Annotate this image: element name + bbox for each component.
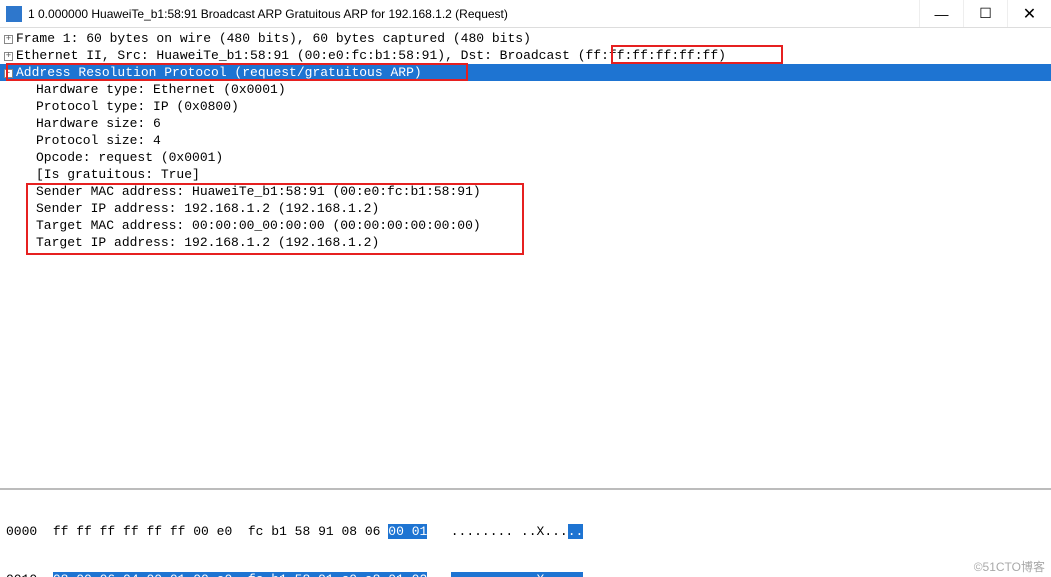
packet-details-pane[interactable]: +Frame 1: 60 bytes on wire (480 bits), 6…: [0, 28, 1051, 488]
tree-row-target-ip[interactable]: Target IP address: 192.168.1.2 (192.168.…: [0, 234, 1051, 251]
expand-icon[interactable]: +: [4, 52, 13, 61]
tree-row-protosize[interactable]: Protocol size: 4: [0, 132, 1051, 149]
watermark-label: ©51CTO博客: [974, 558, 1045, 575]
tree-row-frame[interactable]: +Frame 1: 60 bytes on wire (480 bits), 6…: [0, 30, 1051, 47]
tree-row-sender-ip[interactable]: Sender IP address: 192.168.1.2 (192.168.…: [0, 200, 1051, 217]
eth-prefix: Ethernet II, Src: HuaweiTe_b1:58:91 (00:…: [16, 48, 570, 63]
tree-row-sender-mac[interactable]: Sender MAC address: HuaweiTe_b1:58:91 (0…: [0, 183, 1051, 200]
hex-row-0010[interactable]: 0010 08 00 06 04 00 01 00 e0 fc b1 58 91…: [0, 572, 1051, 577]
window-title: 1 0.000000 HuaweiTe_b1:58:91 Broadcast A…: [28, 7, 919, 21]
window-titlebar: 1 0.000000 HuaweiTe_b1:58:91 Broadcast A…: [0, 0, 1051, 28]
minimize-button[interactable]: —: [919, 0, 963, 27]
tree-row-opcode[interactable]: Opcode: request (0x0001): [0, 149, 1051, 166]
expand-icon[interactable]: +: [4, 35, 13, 44]
eth-dst-mac: (ff:ff:ff:ff:ff:ff): [578, 48, 726, 63]
hex-row-0000[interactable]: 0000 ff ff ff ff ff ff 00 e0 fc b1 58 91…: [0, 524, 1051, 540]
tree-row-arp[interactable]: -Address Resolution Protocol (request/gr…: [0, 64, 1051, 81]
collapse-icon[interactable]: -: [4, 69, 13, 78]
maximize-button[interactable]: ☐: [963, 0, 1007, 27]
tree-row-hwsize[interactable]: Hardware size: 6: [0, 115, 1051, 132]
frame-summary: Frame 1: 60 bytes on wire (480 bits), 60…: [16, 31, 531, 46]
hex-dump-pane[interactable]: 0000 ff ff ff ff ff ff 00 e0 fc b1 58 91…: [0, 490, 1051, 562]
tree-row-hwtype[interactable]: Hardware type: Ethernet (0x0001): [0, 81, 1051, 98]
close-button[interactable]: ✕: [1007, 0, 1051, 27]
window-buttons: — ☐ ✕: [919, 0, 1051, 27]
tree-row-prototype[interactable]: Protocol type: IP (0x0800): [0, 98, 1051, 115]
tree-row-ethernet[interactable]: +Ethernet II, Src: HuaweiTe_b1:58:91 (00…: [0, 47, 1051, 64]
arp-header: Address Resolution Protocol (request/gra…: [16, 65, 422, 80]
tree-row-target-mac[interactable]: Target MAC address: 00:00:00_00:00:00 (0…: [0, 217, 1051, 234]
app-icon: [6, 6, 22, 22]
tree-row-gratuitous[interactable]: [Is gratuitous: True]: [0, 166, 1051, 183]
